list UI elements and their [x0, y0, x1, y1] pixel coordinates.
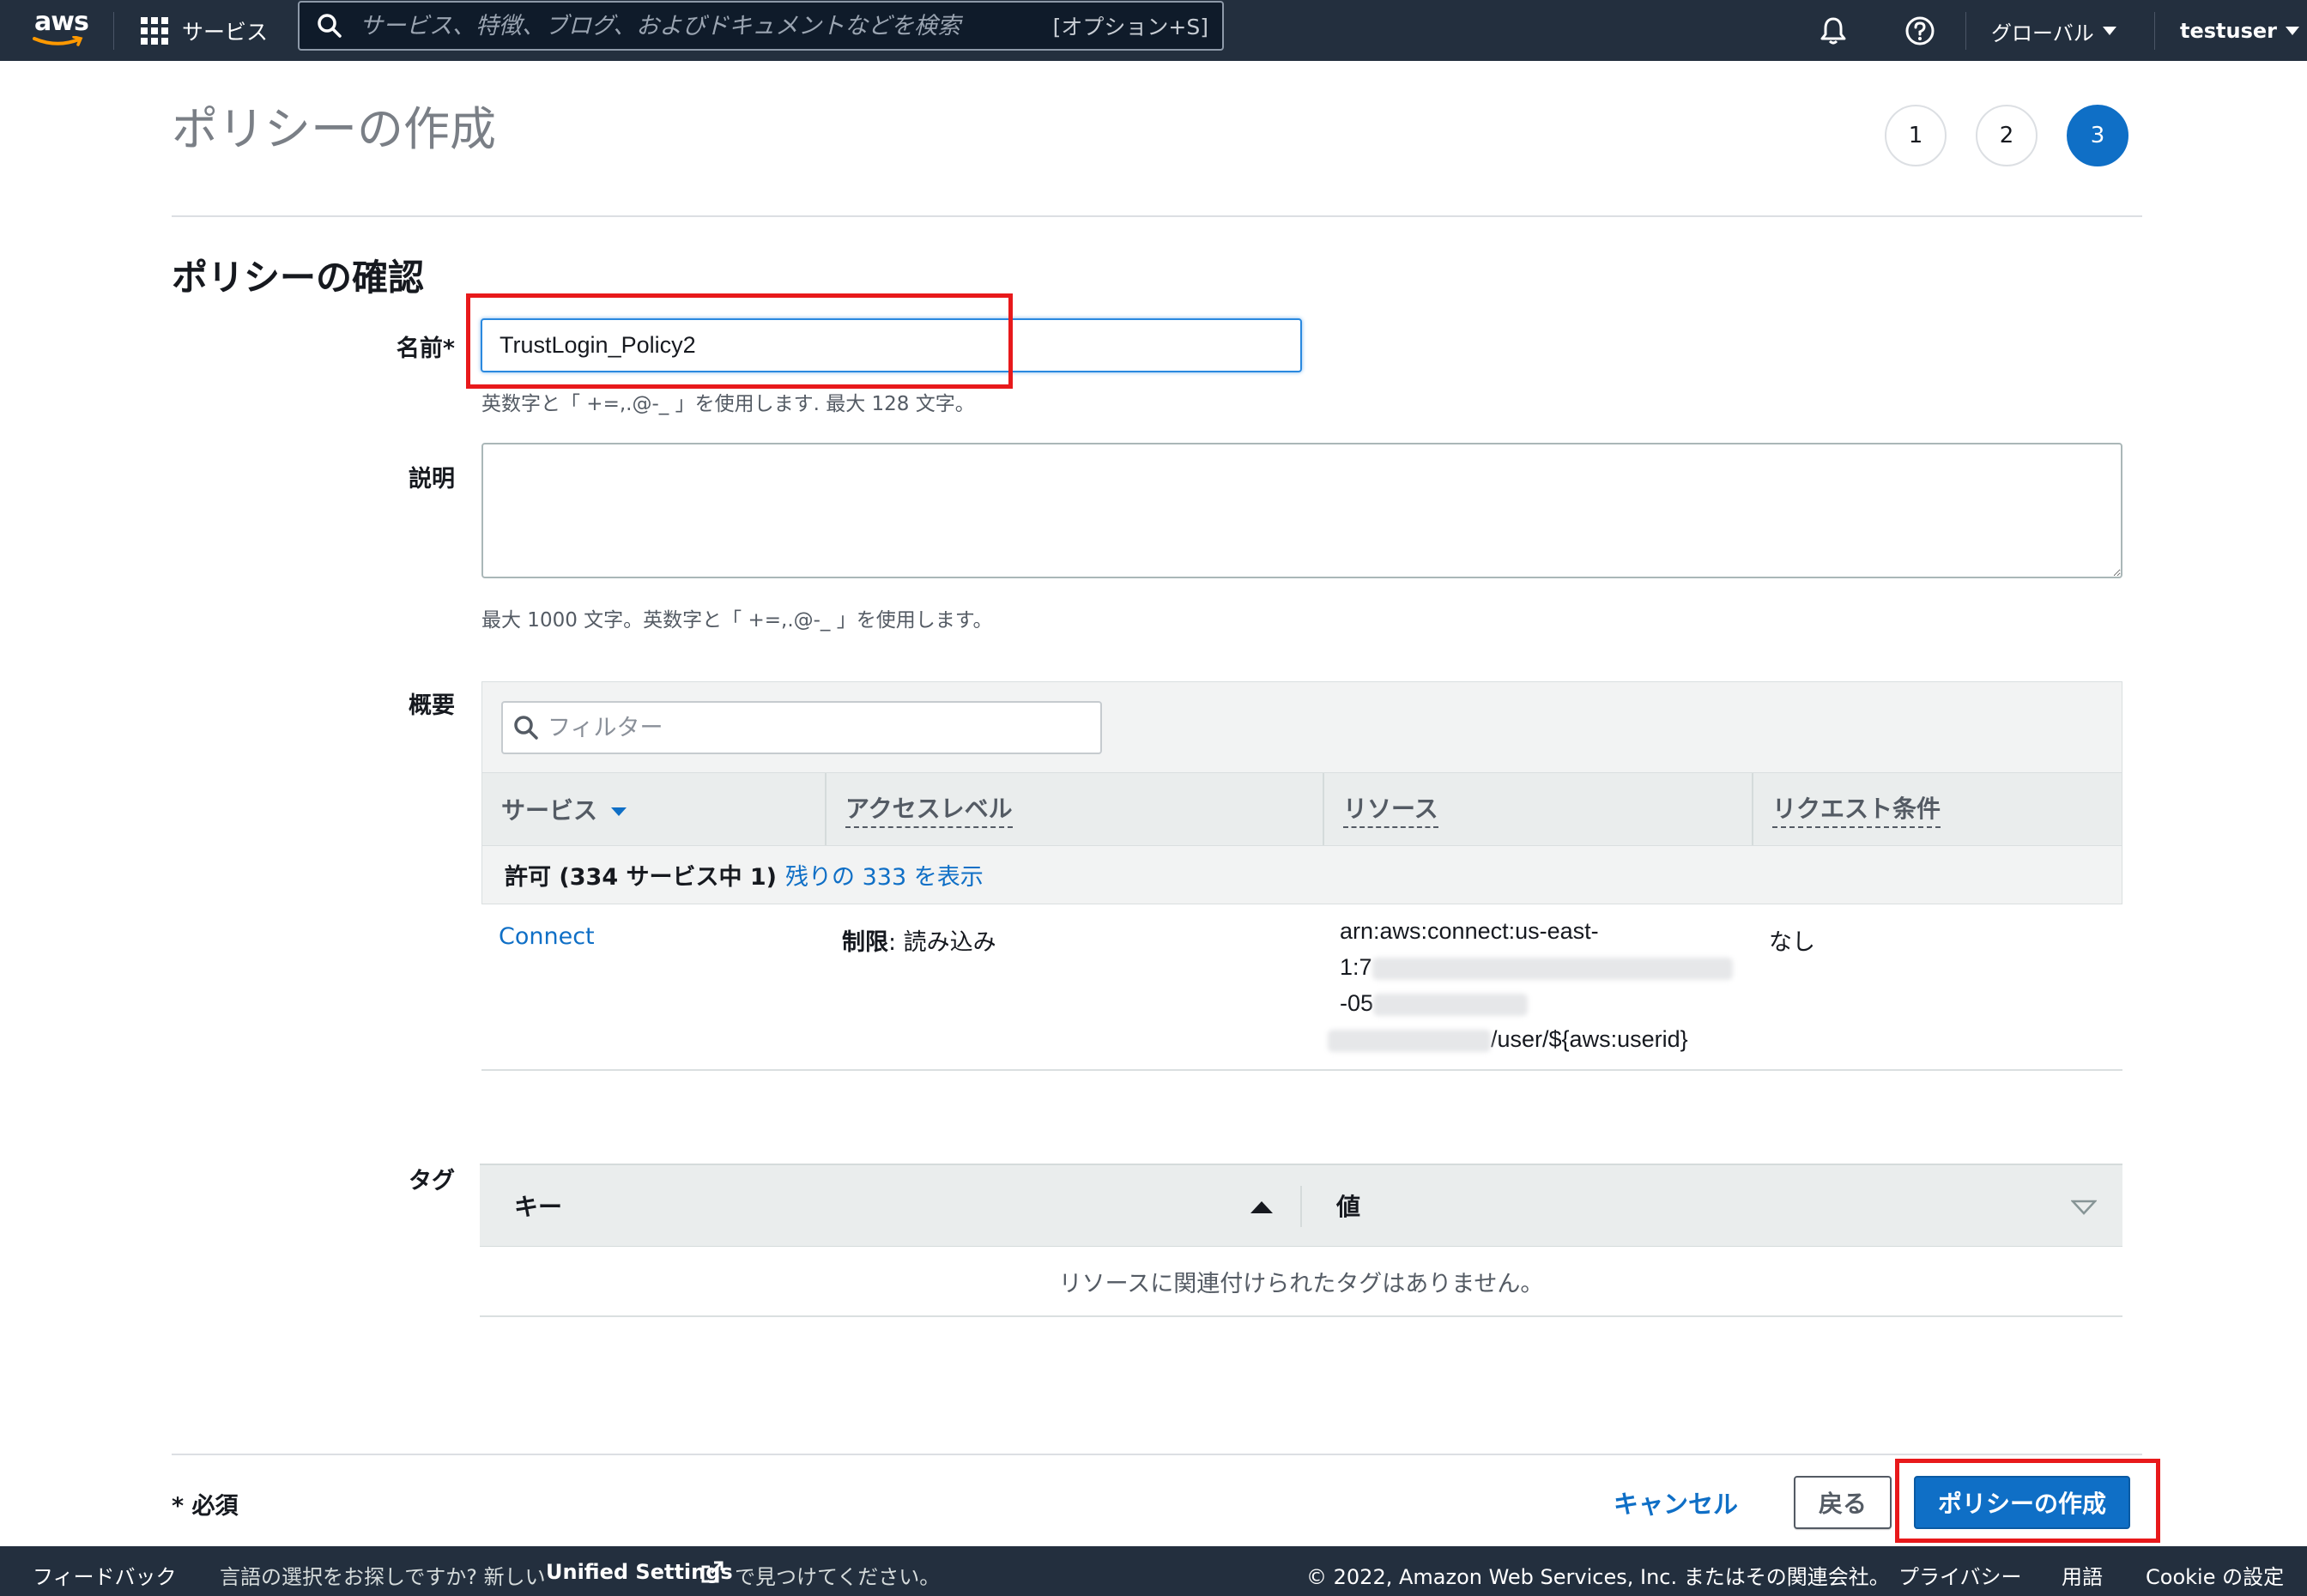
filter-input[interactable]	[548, 714, 1100, 741]
allow-group-row: 許可 (334 サービス中 1) 残りの 333 を表示	[481, 846, 2122, 904]
policy-summary-table: サービス アクセスレベル リソース リクエスト条件 許可 (334 サービス中 …	[481, 681, 2122, 1071]
services-label: サービス	[182, 20, 269, 45]
privacy-link[interactable]: プライバシー	[1898, 1560, 2022, 1590]
sort-descending-icon	[611, 807, 627, 816]
create-policy-button[interactable]: ポリシーの作成	[1914, 1476, 2130, 1529]
column-header-service[interactable]: サービス	[482, 773, 827, 845]
column-header-label: サービス	[501, 796, 598, 825]
column-header-label: 値	[1336, 1193, 1361, 1221]
divider	[172, 215, 2142, 217]
column-header-label: キー	[514, 1193, 563, 1221]
account-username: testuser	[2180, 19, 2277, 43]
terms-link[interactable]: 用語	[2062, 1560, 2103, 1590]
column-header-label: リソース	[1343, 790, 1438, 828]
description-label: 説明	[409, 466, 455, 493]
column-header-access-level[interactable]: アクセスレベル	[827, 773, 1324, 845]
table-header: サービス アクセスレベル リソース リクエスト条件	[481, 772, 2122, 846]
language-prompt: 言語の選択をお探しですか? 新しい	[220, 1565, 546, 1589]
column-header-label: アクセスレベル	[845, 790, 1013, 828]
access-level-value: : 読み込み	[888, 929, 996, 956]
policy-name-input[interactable]	[481, 318, 1302, 372]
description-textarea[interactable]	[481, 443, 2122, 578]
step-2[interactable]: 2	[1976, 105, 2038, 166]
top-navigation: aws サービス [オプション+S] グローバル	[0, 0, 2307, 61]
caret-down-icon	[2286, 27, 2299, 35]
nav-divider	[113, 12, 114, 50]
request-condition-value: なし	[1769, 929, 1815, 956]
region-selector[interactable]: グローバル	[1991, 10, 2116, 51]
search-icon	[318, 14, 342, 38]
nav-divider	[1965, 12, 1966, 50]
filter-bar	[481, 681, 2122, 772]
services-menu-button[interactable]: サービス	[141, 10, 268, 51]
access-level-prefix: 制限	[842, 929, 888, 956]
column-header-value[interactable]: 値	[1302, 1165, 2122, 1246]
show-remaining-link[interactable]: 残りの 333 を表示	[785, 858, 984, 892]
column-header-label: リクエスト条件	[1772, 790, 1941, 828]
sort-ascending-icon	[1250, 1201, 1273, 1213]
description-hint: 最大 1000 文字。英数字と「 +=,.@-_ 」を使用します。	[481, 609, 993, 632]
resource-line: -05	[1340, 990, 1374, 1016]
caret-down-icon	[2102, 27, 2116, 35]
page-title: ポリシーの作成	[172, 102, 496, 156]
global-search-input[interactable]	[360, 12, 1053, 39]
column-header-request-condition[interactable]: リクエスト条件	[1753, 773, 2122, 845]
grid-icon	[141, 17, 168, 45]
section-title: ポリシーの確認	[172, 257, 425, 299]
column-header-resource[interactable]: リソース	[1324, 773, 1753, 845]
divider	[172, 1454, 2142, 1455]
summary-label: 概要	[409, 692, 455, 719]
redacted-text	[1371, 957, 1733, 980]
service-link-connect[interactable]: Connect	[499, 923, 595, 950]
help-icon[interactable]	[1899, 10, 1941, 51]
copyright: © 2022, Amazon Web Services, Inc. またはその関…	[1306, 1565, 1890, 1589]
name-hint: 英数字と「 +=,.@-_ 」を使用します. 最大 128 文字。	[481, 393, 975, 415]
tags-label: タグ	[409, 1168, 455, 1194]
aws-logo[interactable]: aws	[31, 5, 89, 51]
cookie-settings-link[interactable]: Cookie の設定	[2146, 1560, 2284, 1590]
aws-logo-text: aws	[34, 7, 89, 37]
redacted-text	[1373, 993, 1529, 1016]
name-label: 名前*	[396, 336, 455, 362]
sort-descending-icon	[2071, 1200, 2097, 1215]
feedback-link[interactable]: フィードバック	[33, 1560, 177, 1590]
external-link-icon	[701, 1561, 724, 1583]
resource-arn: arn:aws:connect:us-east- 1:7 -05 /user/$…	[1328, 913, 1733, 1057]
allow-group-label: 許可 (334 サービス中 1)	[505, 864, 778, 891]
filter-field[interactable]	[501, 701, 1102, 754]
cancel-button[interactable]: キャンセル	[1614, 1480, 1738, 1525]
tags-empty-message: リソースに関連付けられたタグはありません。	[480, 1247, 2122, 1317]
search-icon	[514, 716, 538, 740]
step-1[interactable]: 1	[1885, 105, 1947, 166]
resource-line: /user/${aws:userid}	[1491, 1026, 1688, 1052]
aws-smile-icon	[33, 36, 83, 46]
column-header-key[interactable]: キー	[480, 1165, 1302, 1246]
resource-line: arn:aws:connect:us-east-	[1340, 918, 1599, 944]
region-label: グローバル	[1991, 21, 2094, 45]
global-search[interactable]: [オプション+S]	[298, 1, 1224, 51]
table-row: Connect 制限: 読み込み arn:aws:connect:us-east…	[481, 904, 2122, 1071]
tags-table-header: キー 値	[480, 1164, 2122, 1247]
account-menu[interactable]: testuser	[2180, 10, 2299, 51]
back-button[interactable]: 戻る	[1794, 1476, 1892, 1529]
tags-table: キー 値 リソースに関連付けられたタグはありません。	[480, 1164, 2122, 1317]
language-suffix: で見つけてください。	[735, 1565, 941, 1589]
search-shortcut-hint: [オプション+S]	[1052, 15, 1208, 39]
redacted-text	[1328, 1029, 1491, 1052]
nav-divider	[2154, 12, 2155, 50]
required-note: * 必須	[172, 1493, 239, 1520]
step-3-active: 3	[2067, 105, 2128, 166]
resource-line: 1:7	[1340, 954, 1372, 980]
footer: フィードバック 言語の選択をお探しですか? 新しい Unified Settin…	[0, 1546, 2307, 1596]
notifications-bell-icon[interactable]	[1813, 10, 1854, 51]
